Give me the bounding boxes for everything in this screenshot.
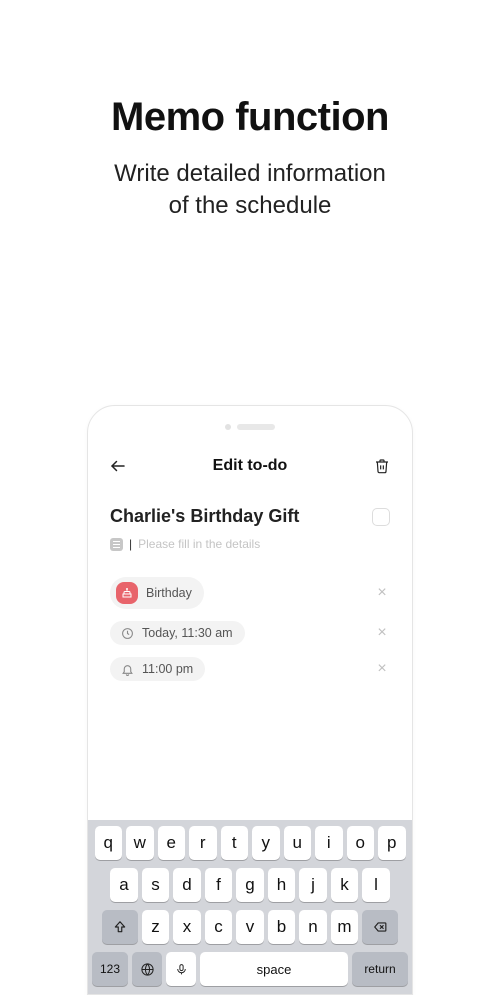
category-chip[interactable]: Birthday — [110, 577, 204, 609]
backspace-key[interactable] — [362, 910, 398, 944]
category-chip-label: Birthday — [146, 586, 192, 600]
category-chip-close[interactable]: × — [374, 584, 390, 602]
key-b[interactable]: b — [268, 910, 296, 944]
mic-icon — [175, 962, 188, 977]
nav-title: Edit to-do — [213, 457, 288, 475]
key-e[interactable]: e — [158, 826, 186, 860]
hero-subtitle-line2: of the schedule — [169, 192, 332, 219]
alarm-chip[interactable]: 11:00 pm — [110, 657, 205, 681]
key-o[interactable]: o — [347, 826, 375, 860]
notch-dot — [225, 424, 231, 430]
keyboard-row-4: 123 space return — [92, 952, 408, 986]
key-n[interactable]: n — [299, 910, 327, 944]
keyboard-row-2: asdfghjkl — [92, 868, 408, 902]
datetime-chip[interactable]: Today, 11:30 am — [110, 621, 245, 645]
key-f[interactable]: f — [205, 868, 233, 902]
delete-button[interactable] — [372, 456, 392, 476]
memo-placeholder: Please fill in the details — [138, 537, 260, 551]
phone-notch — [88, 406, 412, 434]
globe-key[interactable] — [132, 952, 162, 986]
hero-title: Memo function — [0, 95, 500, 140]
key-x[interactable]: x — [173, 910, 201, 944]
alarm-chip-row: 11:00 pm × — [110, 657, 390, 681]
keyboard-row-3: zxcvbnm — [92, 910, 408, 944]
space-key[interactable]: space — [200, 952, 348, 986]
keyboard-row-1: qwertyuiop — [92, 826, 408, 860]
key-l[interactable]: l — [362, 868, 390, 902]
key-u[interactable]: u — [284, 826, 312, 860]
shift-icon — [113, 920, 127, 934]
memo-icon — [110, 538, 123, 551]
key-a[interactable]: a — [110, 868, 138, 902]
shift-key[interactable] — [102, 910, 138, 944]
key-w[interactable]: w — [126, 826, 154, 860]
hero-subtitle: Write detailed information of the schedu… — [0, 158, 500, 223]
key-h[interactable]: h — [268, 868, 296, 902]
backspace-icon — [372, 920, 388, 934]
key-g[interactable]: g — [236, 868, 264, 902]
notch-bar — [237, 424, 275, 430]
phone-frame: Edit to-do Charlie's Birthday Gift | Ple… — [87, 405, 413, 995]
key-s[interactable]: s — [142, 868, 170, 902]
memo-input[interactable]: | Please fill in the details — [110, 537, 390, 551]
arrow-left-icon — [109, 457, 127, 475]
key-j[interactable]: j — [299, 868, 327, 902]
datetime-chip-label: Today, 11:30 am — [142, 626, 233, 640]
datetime-chip-close[interactable]: × — [374, 624, 390, 642]
text-cursor: | — [129, 537, 132, 551]
chips-list: Birthday × Today, 11:30 am × — [110, 577, 390, 681]
alarm-chip-close[interactable]: × — [374, 660, 390, 678]
key-v[interactable]: v — [236, 910, 264, 944]
key-m[interactable]: m — [331, 910, 359, 944]
keyboard: qwertyuiop asdfghjkl zxcvbnm 123 space r… — [88, 820, 412, 994]
key-y[interactable]: y — [252, 826, 280, 860]
category-chip-row: Birthday × — [110, 577, 390, 609]
back-button[interactable] — [108, 456, 128, 476]
clock-icon — [120, 626, 134, 640]
hero-subtitle-line1: Write detailed information — [114, 160, 386, 187]
key-k[interactable]: k — [331, 868, 359, 902]
key-p[interactable]: p — [378, 826, 406, 860]
key-q[interactable]: q — [95, 826, 123, 860]
mic-key[interactable] — [166, 952, 196, 986]
alarm-chip-label: 11:00 pm — [142, 662, 193, 676]
nav-bar: Edit to-do — [88, 434, 412, 488]
todo-title-input[interactable]: Charlie's Birthday Gift — [110, 506, 372, 527]
todo-checkbox[interactable] — [372, 508, 390, 526]
key-t[interactable]: t — [221, 826, 249, 860]
cake-icon — [116, 582, 138, 604]
datetime-chip-row: Today, 11:30 am × — [110, 621, 390, 645]
numbers-key[interactable]: 123 — [92, 952, 128, 986]
trash-icon — [374, 458, 390, 474]
key-d[interactable]: d — [173, 868, 201, 902]
content-area: Charlie's Birthday Gift | Please fill in… — [88, 488, 412, 681]
key-z[interactable]: z — [142, 910, 170, 944]
key-i[interactable]: i — [315, 826, 343, 860]
title-row: Charlie's Birthday Gift — [110, 506, 390, 527]
key-c[interactable]: c — [205, 910, 233, 944]
key-r[interactable]: r — [189, 826, 217, 860]
bell-icon — [120, 662, 134, 676]
globe-icon — [140, 962, 155, 977]
return-key[interactable]: return — [352, 952, 408, 986]
